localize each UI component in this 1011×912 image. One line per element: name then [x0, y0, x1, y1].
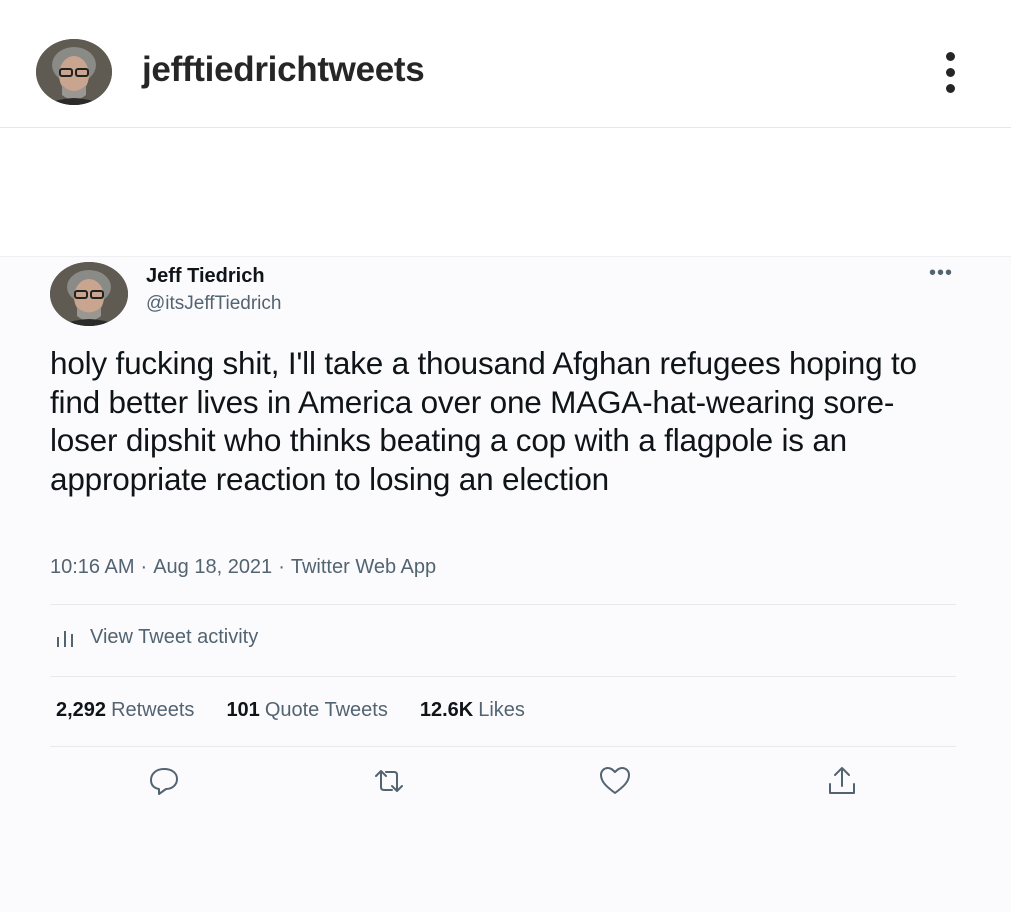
profile-avatar[interactable] — [36, 39, 112, 105]
post-header: jefftiedrichtweets — [0, 0, 1011, 128]
retweets-stat[interactable]: 2,292 Retweets — [56, 699, 194, 722]
retweets-label: Retweets — [111, 699, 195, 721]
reply-icon[interactable] — [147, 764, 181, 798]
tweet-stats: 2,292 Retweets 101 Quote Tweets 12.6K Likes — [56, 699, 557, 722]
likes-stat[interactable]: 12.6K Likes — [420, 699, 525, 722]
avatar-photo-icon — [50, 262, 128, 326]
account-username[interactable]: jefftiedrichtweets — [142, 50, 425, 90]
tweet-author-name[interactable]: Jeff Tiedrich — [146, 265, 265, 288]
tweet-date[interactable]: Aug 18, 2021 — [153, 556, 272, 578]
tweet-time[interactable]: 10:16 AM — [50, 556, 135, 578]
activity-label: View Tweet activity — [90, 626, 259, 648]
tweet-actions-bar — [0, 764, 1011, 798]
tweet-text: holy fucking shit, I'll take a thousand … — [50, 345, 917, 497]
share-icon[interactable] — [825, 764, 859, 798]
meta-separator: · — [140, 556, 148, 578]
tweet-author-avatar[interactable] — [50, 262, 128, 326]
like-icon[interactable] — [598, 764, 632, 798]
avatar-photo-icon — [36, 39, 112, 105]
retweet-icon[interactable] — [372, 764, 406, 798]
bar-chart-icon — [57, 630, 73, 647]
divider — [50, 676, 956, 677]
divider — [50, 604, 956, 605]
likes-count: 12.6K — [419, 699, 474, 721]
likes-label: Likes — [478, 699, 525, 721]
vertical-ellipsis-icon[interactable] — [938, 52, 962, 94]
retweets-count: 2,292 — [56, 699, 107, 721]
screenshot-page: jefftiedrichtweets Jeff Tiedrich @itsJef… — [0, 0, 1011, 912]
quote-tweets-count: 101 — [226, 699, 260, 721]
tweet-author-handle[interactable]: @itsJeffTiedrich — [146, 293, 281, 315]
tweet-metadata: 10:16 AM · Aug 18, 2021 · Twitter Web App — [50, 556, 436, 579]
view-tweet-activity-link[interactable]: View Tweet activity — [54, 626, 258, 649]
divider — [50, 746, 956, 747]
meta-separator: · — [278, 556, 285, 578]
horizontal-ellipsis-icon[interactable]: ••• — [929, 263, 953, 283]
quote-tweets-stat[interactable]: 101 Quote Tweets — [226, 699, 387, 722]
tweet-source[interactable]: Twitter Web App — [291, 556, 436, 578]
quote-tweets-label: Quote Tweets — [264, 699, 388, 721]
